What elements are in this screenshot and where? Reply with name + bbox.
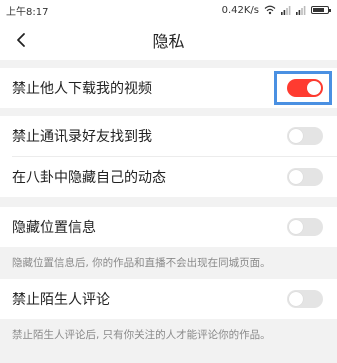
chevron-left-icon[interactable]: [12, 30, 32, 50]
header: 隐私: [0, 20, 337, 60]
section-gap: [0, 60, 337, 68]
status-icons: 0.42K/s: [221, 4, 331, 16]
setting-row-disable-contacts: 禁止通讯录好友找到我: [0, 116, 337, 156]
hide-location-toggle[interactable]: [287, 218, 323, 236]
disable-contacts-toggle[interactable]: [287, 127, 323, 145]
highlight-box: [274, 71, 332, 105]
hide-gossip-toggle[interactable]: [287, 168, 323, 186]
signal-icon: [296, 5, 306, 15]
disable-stranger-comments-note: 禁止陌生人评论后, 只有你关注的人才能评论你的作品。: [0, 319, 337, 347]
toggle-knob: [289, 220, 303, 234]
setting-row-disable-stranger-comments: 禁止陌生人评论: [0, 279, 337, 319]
setting-label: 禁止陌生人评论: [12, 292, 110, 308]
setting-row-hide-gossip: 在八卦中隐藏自己的动态: [0, 157, 337, 197]
setting-label: 隐藏位置信息: [12, 220, 96, 236]
status-bar: 上午8:17 0.42K/s: [0, 0, 337, 20]
network-speed: 0.42K/s: [221, 4, 259, 16]
status-time: 上午8:17: [6, 6, 49, 18]
toggle-knob: [289, 170, 303, 184]
setting-label: 禁止通讯录好友找到我: [12, 129, 152, 145]
battery-icon: [311, 6, 331, 14]
section-gap: [0, 197, 337, 207]
setting-row-disable-download: 禁止他人下载我的视频: [0, 68, 337, 108]
wifi-icon: [264, 5, 276, 15]
signal-icon: [281, 5, 291, 15]
hide-location-note: 隐藏位置信息后, 你的作品和直播不会出现在同城页面。: [0, 247, 337, 275]
setting-label: 在八卦中隐藏自己的动态: [12, 170, 166, 186]
toggle-knob: [289, 129, 303, 143]
page-title: 隐私: [152, 32, 185, 51]
disable-stranger-comments-toggle[interactable]: [287, 290, 323, 308]
toggle-knob: [289, 292, 303, 306]
section-gap: [0, 108, 337, 116]
setting-row-hide-location: 隐藏位置信息: [0, 207, 337, 247]
setting-label: 禁止他人下载我的视频: [12, 81, 152, 97]
